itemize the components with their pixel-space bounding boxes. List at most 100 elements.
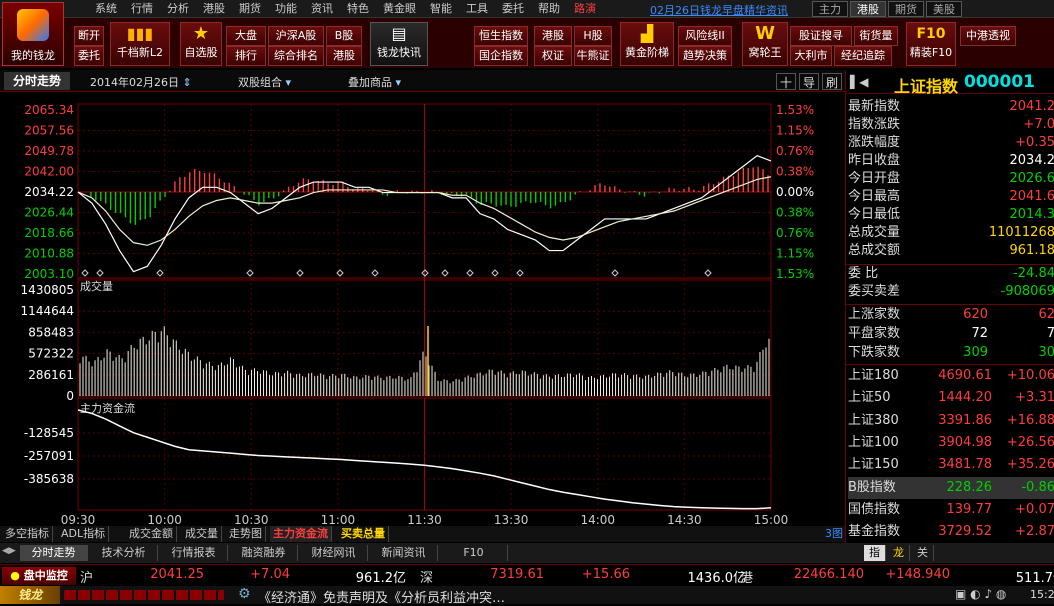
menu-item-8[interactable]: 黄金眼 [383, 0, 416, 18]
indicator-tab-2[interactable]: 成交金额 [126, 526, 177, 542]
index-row[interactable]: 上证1804690.61+10.06 [848, 365, 1054, 387]
event-marker-icon[interactable] [297, 270, 303, 276]
index-row[interactable]: 上证1503481.78+35.26 [848, 454, 1054, 476]
event-marker-icon[interactable] [492, 270, 498, 276]
page-indicator[interactable]: 3图 [825, 526, 843, 542]
menu-item-6[interactable]: 资讯 [311, 0, 333, 18]
index-row[interactable]: 上证501444.20+3.31 [848, 387, 1054, 409]
crosshair-button[interactable]: 十 [776, 73, 796, 90]
menu-item-5[interactable]: 功能 [275, 0, 297, 18]
side-tab-1[interactable]: 龙 [888, 545, 910, 561]
menu-item-11[interactable]: 委托 [502, 0, 524, 18]
indicator-tab-0[interactable]: 多空指标 [2, 526, 53, 542]
disconnect-button[interactable]: 断开 [74, 26, 104, 46]
event-marker-icon[interactable] [82, 270, 88, 276]
monitor-label[interactable]: ● 盘中监控 [2, 567, 76, 585]
event-marker-icon[interactable] [705, 270, 711, 276]
main-tab-0[interactable]: 分时走势 [20, 545, 88, 561]
indicator-tab-6[interactable]: 买卖总量 [338, 526, 389, 542]
broker-track-button[interactable]: 经纪追踪 [834, 46, 892, 66]
top-tab-2[interactable]: 期货 [888, 1, 924, 17]
tray-icons[interactable]: ▣ ◐ ♪ ◍ [955, 587, 1006, 601]
refresh-button[interactable]: 刷 [822, 73, 842, 90]
event-marker-icon[interactable] [247, 270, 253, 276]
back-icon[interactable]: ▌◀ [850, 75, 868, 89]
event-marker-icon[interactable] [517, 270, 523, 276]
date-selector[interactable]: 2014年02月26日 ⇕ [90, 74, 192, 90]
trend-decision-button[interactable]: 趋势决策 [678, 46, 732, 66]
top-tab-3[interactable]: 美股 [926, 1, 962, 17]
menu-item-12[interactable]: 帮助 [538, 0, 560, 18]
index-row[interactable]: 基金指数3729.52+2.87 [848, 521, 1054, 543]
street-volume-button[interactable]: 街货量 [854, 26, 898, 46]
menu-item-3[interactable]: 港股 [203, 0, 225, 18]
event-marker-icon[interactable] [97, 270, 103, 276]
side-tab-0[interactable]: 指 [864, 545, 886, 561]
combo-selector[interactable]: 双股组合 ▾ [238, 74, 291, 90]
menu-item-1[interactable]: 行情 [131, 0, 153, 18]
main-tab-1[interactable]: 技术分析 [90, 545, 158, 561]
indicator-tab-5[interactable]: 主力资金流 [270, 526, 332, 542]
event-marker-icon[interactable] [157, 270, 163, 276]
main-tab-5[interactable]: 新闻资讯 [370, 545, 438, 561]
order-button[interactable]: 委托 [74, 46, 104, 66]
big-market-button[interactable]: 大利市 [790, 46, 832, 66]
watchlist-button[interactable]: ★ 自选股 [180, 22, 222, 66]
side-tab-2[interactable]: 关 [912, 545, 934, 561]
f10-button[interactable]: F10 精装F10 [906, 22, 956, 66]
market-button[interactable]: 大盘 [226, 26, 266, 46]
event-marker-icon[interactable] [442, 270, 448, 276]
menu-item-0[interactable]: 系统 [95, 0, 117, 18]
warrant-king-button[interactable]: W 窝轮王 [742, 22, 788, 66]
main-tab-6[interactable]: F10 [440, 545, 508, 561]
index-row[interactable]: 国债指数139.77+0.07 [848, 499, 1054, 521]
index-row[interactable]: B股指数228.26-0.86 [848, 477, 1054, 499]
gear-icon[interactable]: ⚙ [238, 586, 251, 602]
index-row[interactable]: 下跌家数30930 [848, 343, 1054, 362]
top-tab-0[interactable]: 主力 [812, 1, 848, 17]
risk-line-button[interactable]: 风险线II [678, 26, 732, 46]
b-share-button[interactable]: B股 [326, 26, 362, 46]
tab-intraday[interactable]: 分时走势 [4, 72, 70, 90]
level2-button[interactable]: ▮▮▮ 千档新L2 [110, 22, 170, 66]
guide-button[interactable]: 导 [799, 73, 819, 90]
main-tab-4[interactable]: 财经网讯 [300, 545, 368, 561]
ranking-button[interactable]: 排行 [226, 46, 266, 66]
indicator-tab-4[interactable]: 走势图 [226, 526, 266, 542]
event-marker-icon[interactable] [467, 270, 473, 276]
cbbc-button[interactable]: 牛熊证 [574, 46, 612, 66]
headline-link[interactable]: 02月26日钱龙早盘精华资讯 [650, 2, 788, 18]
index-row[interactable]: 上证3803391.86+16.88 [848, 410, 1054, 432]
menu-item-13[interactable]: 路演 [574, 0, 596, 18]
index-row[interactable]: 平盘家数727 [848, 324, 1054, 343]
a-share-button[interactable]: 沪深A股 [268, 26, 324, 46]
hk-stock-button[interactable]: 港股 [326, 46, 362, 66]
index-row[interactable]: 上证1003904.98+26.56 [848, 432, 1054, 454]
composite-rank-button[interactable]: 综合排名 [268, 46, 324, 66]
indicator-tab-1[interactable]: ADL指标 [58, 526, 109, 542]
indicator-tab-3[interactable]: 成交量 [182, 526, 222, 542]
menu-item-10[interactable]: 工具 [466, 0, 488, 18]
hk-perspective-button[interactable]: 中港透视 [960, 26, 1016, 46]
menu-item-7[interactable]: 特色 [347, 0, 369, 18]
event-marker-icon[interactable] [372, 270, 378, 276]
hang-seng-button[interactable]: 恒生指数 [474, 26, 528, 46]
top-tab-1[interactable]: 港股 [850, 1, 886, 17]
nav-arrows-icon[interactable]: ◀▶ [2, 546, 16, 556]
logo-button[interactable]: 我的钱龙 [2, 2, 64, 66]
menu-item-4[interactable]: 期货 [239, 0, 261, 18]
gold-ladder-button[interactable]: ▟ 黄金阶梯 [620, 22, 674, 66]
news-scroller[interactable]: 《经济通》免责声明及《分析员利益冲突… [258, 587, 505, 606]
overlay-selector[interactable]: 叠加商品 ▾ [348, 74, 401, 90]
h-index-button[interactable]: 国企指数 [474, 46, 528, 66]
warrant-button[interactable]: 权证 [534, 46, 572, 66]
index-row[interactable]: 上涨家数62062 [848, 305, 1054, 324]
main-tab-2[interactable]: 行情报表 [160, 545, 228, 561]
menu-item-9[interactable]: 智能 [430, 0, 452, 18]
news-flash-button[interactable]: ▤ 钱龙快讯 [370, 22, 428, 66]
main-tab-3[interactable]: 融资融券 [230, 545, 298, 561]
h-share-button[interactable]: H股 [574, 26, 612, 46]
event-marker-icon[interactable] [612, 270, 618, 276]
menu-item-2[interactable]: 分析 [167, 0, 189, 18]
warrant-search-button[interactable]: 股证搜寻 [790, 26, 852, 46]
